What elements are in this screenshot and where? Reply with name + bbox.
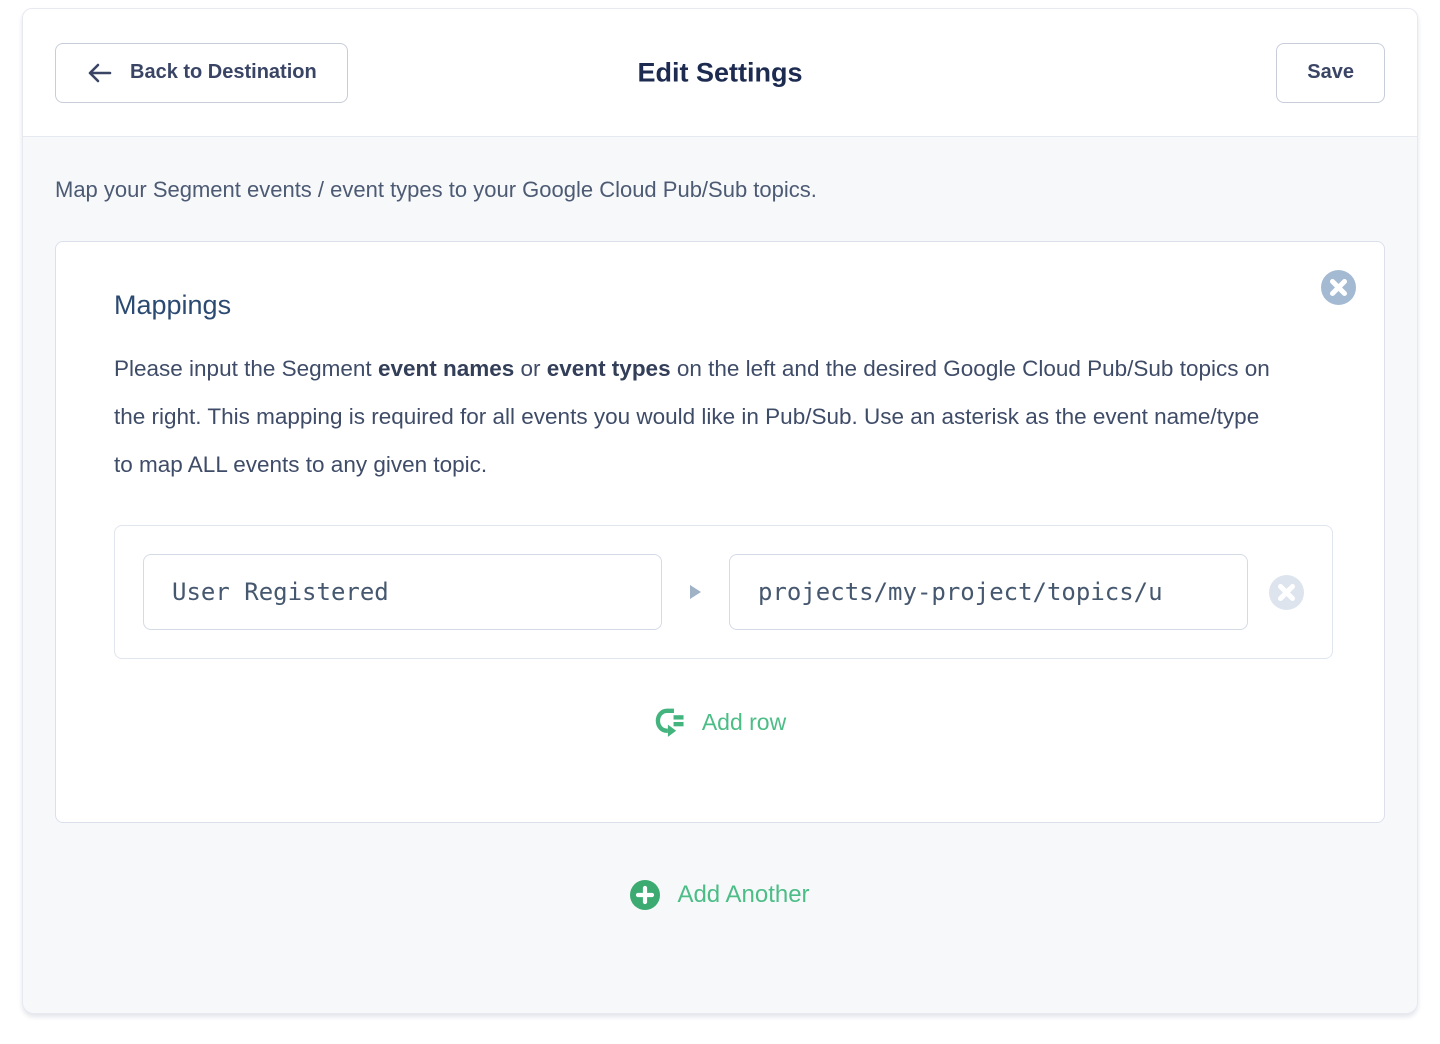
header: Back to Destination Edit Settings Save	[23, 9, 1417, 137]
mapping-separator	[662, 585, 729, 599]
settings-window: Back to Destination Edit Settings Save M…	[22, 8, 1418, 1014]
description-bold-event-types: event types	[547, 356, 671, 381]
remove-row-button[interactable]	[1268, 574, 1304, 610]
add-another-button[interactable]: Add Another	[624, 879, 815, 911]
add-row-button[interactable]: Add row	[648, 705, 792, 740]
content-area: Map your Segment events / event types to…	[23, 137, 1417, 1013]
event-name-input[interactable]	[143, 554, 662, 630]
plus-circle-icon	[630, 880, 660, 910]
card-description: Please input the Segment event names or …	[114, 345, 1279, 489]
close-icon	[1321, 270, 1356, 305]
arrow-right-icon	[690, 585, 701, 599]
mappings-card: Mappings Please input the Segment event …	[55, 241, 1385, 823]
mapping-row	[114, 525, 1333, 659]
insert-row-icon	[654, 706, 687, 739]
save-button[interactable]: Save	[1276, 43, 1385, 103]
page-title: Edit Settings	[637, 57, 802, 88]
remove-row-icon	[1269, 575, 1304, 610]
back-button-label: Back to Destination	[130, 61, 317, 84]
intro-text: Map your Segment events / event types to…	[55, 177, 1385, 203]
back-button[interactable]: Back to Destination	[55, 43, 348, 103]
description-bold-event-names: event names	[378, 356, 514, 381]
description-text: or	[514, 356, 547, 381]
description-text: Please input the Segment	[114, 356, 378, 381]
add-row-label: Add row	[702, 709, 786, 736]
card-close-button[interactable]	[1320, 269, 1356, 305]
topic-input[interactable]	[729, 554, 1248, 630]
arrow-left-icon	[86, 62, 113, 84]
add-another-label: Add Another	[677, 881, 809, 909]
card-title: Mappings	[114, 290, 1326, 321]
